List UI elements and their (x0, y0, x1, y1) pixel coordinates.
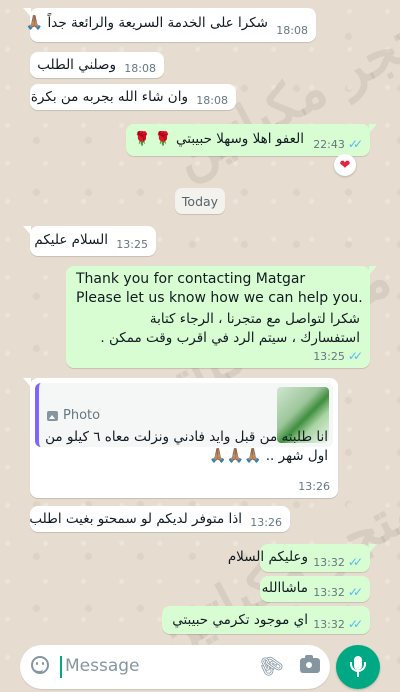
outgoing-message[interactable]: وعليكم السلام 13:32 ✓✓ (228, 544, 377, 572)
pray-emoji-icon: 🙏🏽 (25, 15, 44, 31)
read-ticks-icon: ✓✓ (347, 555, 363, 569)
message-time: 13:32 (313, 617, 345, 631)
watermark-text: متجر مكياتين (142, 475, 400, 669)
message-meta: 13:32 ✓✓ (313, 617, 363, 631)
message-time: 13:26 (250, 516, 282, 529)
message-text: وان شاء الله بجربه من بكرة (30, 89, 188, 105)
message-input[interactable]: Message (65, 656, 140, 676)
message-line: Thank you for contacting Matgar (76, 271, 306, 287)
message-meta: 13:32 ✓✓ (313, 555, 363, 569)
text-cursor (60, 656, 62, 678)
rose-emoji-icon: 🌹 (154, 131, 172, 147)
message-text: شكرا على الخدمة السريعة والرائعة جداً (47, 15, 268, 31)
message-composer: Message 🖇 (20, 645, 330, 689)
incoming-message[interactable]: شكرا على الخدمة السريعة والرائعة جداً 🙏🏽… (23, 8, 316, 42)
message-time: 13:25 (116, 238, 148, 251)
message-text: ماشاالله (261, 580, 308, 596)
message-text: العفو اهلا وسهلا حبيبتي (176, 131, 304, 147)
message-time: 13:32 (313, 555, 345, 569)
message-meta: 13:26 (298, 480, 330, 493)
voice-record-button[interactable] (336, 645, 380, 689)
rose-emoji-icon: 🌹 (133, 131, 151, 147)
message-text: وعليكم السلام (227, 549, 308, 565)
message-line: استفسارك ، سيتم الرد في اقرب وقت ممكن . (100, 330, 360, 346)
incoming-message[interactable]: وان شاء الله بجربه من بكرة 18:08 (30, 84, 236, 110)
message-text: اي موجود تكرمي حبيبتي (172, 612, 308, 628)
read-ticks-icon: ✓✓ (347, 349, 363, 363)
message-time: 18:08 (276, 24, 308, 37)
attach-icon[interactable]: 🖇 (253, 648, 288, 683)
message-time: 18:08 (196, 94, 228, 107)
message-text-ar: شكرا لتواصل مع متجرنا ، الرجاء كتابة است… (100, 310, 360, 348)
message-line: اول شهر .. (265, 448, 328, 464)
camera-icon[interactable] (300, 655, 320, 673)
outgoing-message[interactable]: العفو اهلا وسهلا حبيبتي 🌹 🌹 22:43 ✓✓ (126, 124, 377, 156)
message-time: 22:43 (313, 137, 345, 151)
pray-emoji-icon: 🙏🏽🙏🏽🙏🏽 (209, 448, 262, 464)
photo-icon (47, 410, 58, 421)
message-meta: 18:08 (196, 94, 228, 107)
message-text: اذا متوفر لديكم لو سمحتو بغيت اطلب (29, 511, 242, 527)
message-meta: 13:25 (116, 238, 148, 251)
outgoing-message[interactable]: اي موجود تكرمي حبيبتي 13:32 ✓✓ (162, 606, 370, 634)
outgoing-message[interactable]: ماشاالله 13:32 ✓✓ (260, 576, 370, 602)
message-line: انا طلبته من قبل وايد فادني ونزلت معاه ٦… (45, 429, 328, 445)
incoming-message[interactable]: وصلني الطلب 18:08 (30, 52, 164, 78)
message-time: 13:32 (313, 585, 345, 599)
message-meta: 13:26 (250, 516, 282, 529)
message-line: شكرا لتواصل مع متجرنا ، الرجاء كتابة (149, 311, 360, 327)
quoted-label: Photo (63, 408, 101, 423)
message-meta: 18:08 (276, 24, 308, 37)
message-meta: 13:32 ✓✓ (313, 585, 363, 599)
incoming-reply-message[interactable]: Photo انا طلبته من قبل وايد فادني ونزلت … (23, 378, 338, 498)
message-time: 13:26 (298, 480, 330, 493)
message-text: وصلني الطلب (37, 57, 116, 73)
outgoing-message[interactable]: Thank you for contacting Matgar Please l… (66, 266, 377, 368)
message-meta: 18:08 (124, 62, 156, 75)
message-line: Please let us know how we can help you. (76, 290, 363, 306)
message-meta: 13:25 ✓✓ (313, 349, 363, 363)
read-ticks-icon: ✓✓ (347, 617, 363, 631)
incoming-message[interactable]: اذا متوفر لديكم لو سمحتو بغيت اطلب 13:26 (29, 506, 290, 532)
read-ticks-icon: ✓✓ (347, 137, 363, 151)
message-time: 13:25 (313, 349, 345, 363)
incoming-message[interactable]: السلام عليكم 13:25 (23, 226, 156, 256)
heart-reaction-icon[interactable]: ❤ (334, 154, 356, 176)
message-text: السلام عليكم (34, 232, 108, 248)
message-time: 18:08 (124, 62, 156, 75)
message-text-en: Thank you for contacting Matgar Please l… (76, 270, 363, 308)
read-ticks-icon: ✓✓ (347, 585, 363, 599)
date-divider: Today (175, 188, 225, 214)
message-meta: 22:43 ✓✓ (313, 137, 363, 151)
